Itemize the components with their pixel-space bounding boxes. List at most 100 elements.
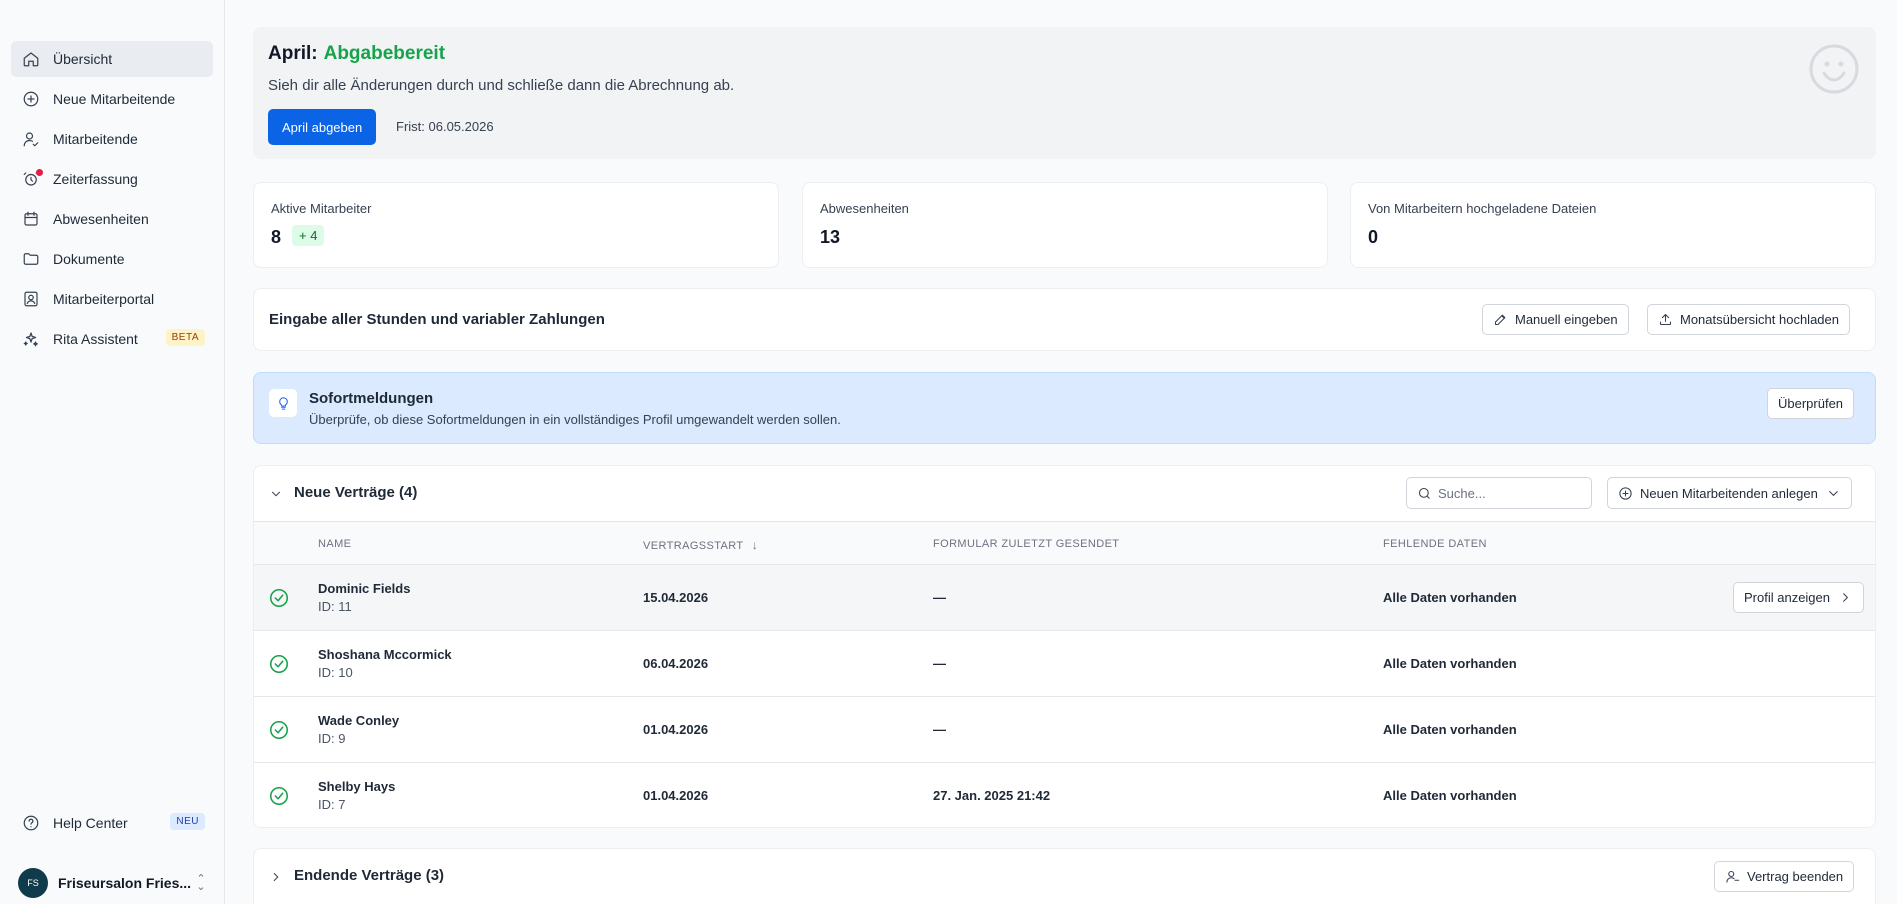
sidebar-item-mitarbeiterportal[interactable]: Mitarbeiterportal: [11, 281, 213, 317]
sidebar-item-rita-assistent[interactable]: Rita Assistent BETA: [11, 321, 213, 357]
view-profile-button[interactable]: Profil anzeigen: [1733, 582, 1864, 613]
review-button[interactable]: Überprüfen: [1767, 388, 1855, 419]
upload-icon: [1659, 313, 1672, 326]
end-contract-button[interactable]: Vertrag beenden: [1714, 861, 1855, 892]
banner-title: April: Abgabebereit: [268, 43, 445, 65]
chevron-right-icon[interactable]: [269, 870, 283, 884]
ending-contracts-section: Endende Verträge (3) Vertrag beenden: [253, 848, 1876, 904]
sidebar-item-label: Rita Assistent: [53, 331, 138, 347]
button-label: Vertrag beenden: [1747, 869, 1844, 884]
sidebar-item-label: Mitarbeitende: [53, 131, 138, 147]
form-sent: —: [933, 722, 946, 737]
employee-id: ID: 9: [318, 731, 346, 746]
user-minus-icon: [1726, 870, 1740, 883]
help-section: Help Center NEU: [11, 805, 213, 845]
section-title: Neue Verträge (4): [294, 484, 418, 501]
button-label: Profil anzeigen: [1744, 590, 1830, 605]
manual-entry-button[interactable]: Manuell eingeben: [1482, 304, 1629, 335]
employee-id: ID: 11: [318, 599, 352, 614]
column-header-form-sent[interactable]: FORMULAR ZULETZT GESENDET: [933, 538, 1119, 550]
stat-value: 0: [1368, 227, 1379, 247]
chevron-down-icon[interactable]: [269, 487, 283, 501]
banner-month: April:: [268, 43, 318, 64]
smiley-icon: [1809, 44, 1859, 94]
search-box: [1406, 477, 1592, 509]
instant-reports-notice: Sofortmeldungen Überprüfe, ob diese Sofo…: [253, 372, 1876, 444]
add-employee-button[interactable]: Neuen Mitarbeitenden anlegen: [1607, 477, 1852, 509]
form-sent: 27. Jan. 2025 21:42: [933, 788, 1051, 803]
sidebar-item-dokumente[interactable]: Dokumente: [11, 241, 213, 277]
notice-subtitle: Überprüfe, ob diese Sofortmeldungen in e…: [309, 412, 841, 427]
section-title: Endende Verträge (3): [294, 867, 445, 884]
search-input[interactable]: [1438, 485, 1588, 501]
stat-value: 13: [820, 227, 841, 247]
table-row[interactable]: Shelby Hays ID: 7 01.04.2026 27. Jan. 20…: [254, 763, 1875, 827]
stat-label: Von Mitarbeitern hochgeladene Dateien: [1368, 201, 1597, 216]
sidebar-item-neue-mitarbeitende[interactable]: Neue Mitarbeitende: [11, 81, 213, 117]
new-contracts-section: Neue Verträge (4) Neuen Mitarbeitenden a…: [253, 465, 1876, 828]
column-header-name[interactable]: NAME: [318, 538, 351, 550]
check-circle-icon: [268, 785, 290, 807]
missing-data: Alle Daten vorhanden: [1383, 590, 1517, 605]
sidebar-item-help-center[interactable]: Help Center NEU: [11, 805, 213, 841]
table-row[interactable]: Shoshana Mccormick ID: 10 06.04.2026 — A…: [254, 631, 1875, 697]
employee-id: ID: 7: [318, 797, 346, 812]
stat-delta-badge: + 4: [292, 225, 325, 246]
sidebar-item-abwesenheiten[interactable]: Abwesenheiten: [11, 201, 213, 237]
contract-start: 01.04.2026: [643, 788, 709, 803]
plus-circle-icon: [22, 90, 40, 108]
sidebar-item-label: Help Center: [53, 815, 128, 831]
check-circle-icon: [268, 587, 290, 609]
button-label: Manuell eingeben: [1515, 312, 1618, 327]
employee-name: Dominic Fields: [318, 581, 411, 596]
sidebar-nav: Übersicht Neue Mitarbeitende Mitarbeiten…: [11, 41, 213, 361]
payroll-banner: April: Abgabebereit Sieh dir alle Änderun…: [253, 27, 1876, 159]
section-title: Eingabe aller Stunden und variabler Zahl…: [269, 311, 605, 328]
home-icon: [22, 50, 40, 68]
plus-circle-icon: [1619, 486, 1632, 500]
contract-start: 15.04.2026: [643, 590, 709, 605]
upload-overview-button[interactable]: Monatsübersicht hochladen: [1647, 304, 1850, 335]
hours-entry-section: Eingabe aller Stunden und variabler Zahl…: [253, 288, 1876, 351]
column-header-missing-data[interactable]: FEHLENDE DATEN: [1383, 538, 1487, 550]
table-header: NAME VERTRAGSSTART ↓ FORMULAR ZULETZT GE…: [254, 521, 1875, 565]
form-sent: —: [933, 656, 946, 671]
lightbulb-icon: [269, 389, 297, 417]
sidebar-item-label: Neue Mitarbeitende: [53, 91, 176, 107]
employee-name: Shoshana Mccormick: [318, 647, 452, 662]
status-badge: Abgabebereit: [323, 43, 446, 64]
sidebar-item-label: Übersicht: [53, 51, 113, 67]
user-check-icon: [22, 130, 40, 148]
button-label: Überprüfen: [1778, 396, 1844, 411]
missing-data: Alle Daten vorhanden: [1383, 722, 1517, 737]
sidebar-item-mitarbeitende[interactable]: Mitarbeitende: [11, 121, 213, 157]
deadline-text: Frist: 06.05.2026: [396, 119, 494, 134]
sidebar: Übersicht Neue Mitarbeitende Mitarbeiten…: [0, 0, 225, 904]
sidebar-item-label: Mitarbeiterportal: [53, 291, 155, 307]
button-label: Neuen Mitarbeitenden anlegen: [1640, 485, 1818, 501]
table-row[interactable]: Dominic Fields ID: 11 15.04.2026 — Alle …: [254, 565, 1875, 631]
sidebar-item-label: Abwesenheiten: [53, 211, 149, 227]
banner-subtitle: Sieh dir alle Änderungen durch und schli…: [268, 77, 735, 94]
check-circle-icon: [268, 653, 290, 675]
sidebar-item-zeiterfassung[interactable]: Zeiterfassung: [11, 161, 213, 197]
sidebar-item-label: Dokumente: [53, 251, 125, 267]
calendar-icon: [22, 210, 40, 228]
arrow-down-icon: ↓: [751, 538, 759, 552]
contract-start: 01.04.2026: [643, 722, 709, 737]
submit-month-button[interactable]: April abgeben: [268, 109, 377, 145]
notice-title: Sofortmeldungen: [309, 390, 434, 407]
contract-start: 06.04.2026: [643, 656, 709, 671]
notification-dot: [36, 169, 43, 176]
neu-badge: NEU: [170, 813, 205, 830]
pencil-icon: [1494, 314, 1506, 326]
stat-value: 8: [271, 227, 282, 247]
stat-label: Abwesenheiten: [820, 201, 909, 216]
sidebar-item-uebersicht[interactable]: Übersicht: [11, 41, 213, 77]
org-switcher[interactable]: FS Friseursalon Fries... ⌃ ⌄: [18, 866, 208, 900]
employee-name: Wade Conley: [318, 713, 400, 728]
beta-badge: BETA: [165, 329, 205, 346]
table-row[interactable]: Wade Conley ID: 9 01.04.2026 — Alle Date…: [254, 697, 1875, 763]
stat-label: Aktive Mitarbeiter: [271, 201, 372, 216]
column-header-contract-start[interactable]: VERTRAGSSTART ↓: [643, 538, 758, 552]
